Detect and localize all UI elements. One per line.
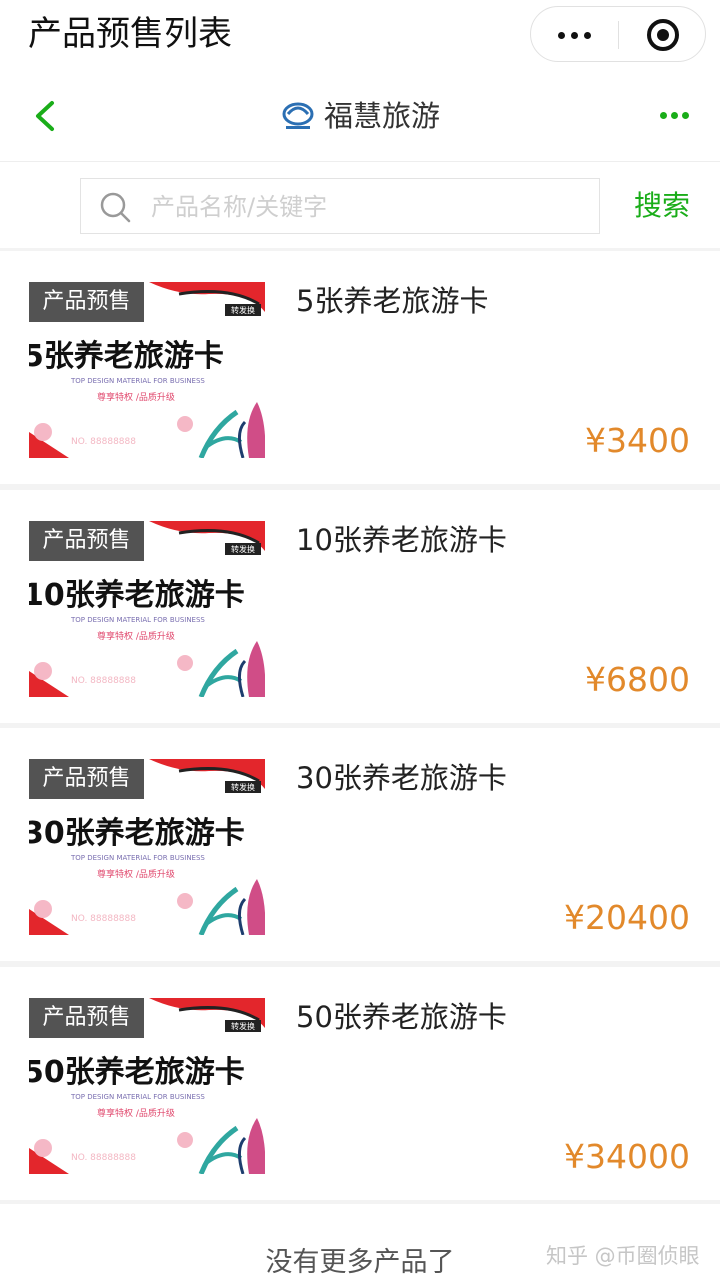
banner-title-text: 50张养老旅游卡 [29, 1055, 245, 1090]
product-price: ¥20400 [564, 898, 690, 937]
product-price: ¥6800 [585, 660, 690, 699]
search-button[interactable]: 搜索 [634, 186, 690, 226]
brand-name: 福慧旅游 [324, 99, 441, 133]
product-name: 50张养老旅游卡 [296, 1000, 507, 1034]
nav-bar: 福慧旅游 [0, 70, 720, 162]
banner-subtitle-text: TOP DESIGN MATERIAL FOR BUSINESS [70, 616, 205, 624]
capsule-divider [618, 21, 619, 49]
banner-badge-text: 转发换 [231, 1021, 255, 1031]
back-chevron-icon[interactable] [32, 100, 58, 132]
title-bar: 产品预售列表 [0, 0, 720, 70]
banner-subtitle-text: TOP DESIGN MATERIAL FOR BUSINESS [70, 854, 205, 862]
product-card[interactable]: 转发换 50张养老旅游卡 TOP DESIGN MATERIAL FOR BUS… [0, 967, 720, 1200]
banner-slogan-text: 尊享特权 /品质升级 [97, 391, 175, 403]
banner-title-text: 30张养老旅游卡 [29, 816, 245, 851]
presale-tag: 产品预售 [29, 998, 144, 1038]
banner-title-text: 5张养老旅游卡 [29, 339, 224, 374]
search-box[interactable] [80, 178, 600, 234]
miniprogram-capsule [530, 6, 706, 62]
product-card[interactable]: 转发换 10张养老旅游卡 TOP DESIGN MATERIAL FOR BUS… [0, 490, 720, 723]
banner-number-text: NO. 88888888 [71, 437, 136, 447]
presale-tag: 产品预售 [29, 521, 144, 561]
product-price: ¥3400 [585, 421, 690, 460]
banner-slogan-text: 尊享特权 /品质升级 [97, 868, 175, 880]
presale-tag: 产品预售 [29, 282, 144, 322]
product-name: 30张养老旅游卡 [296, 761, 507, 795]
banner-number-text: NO. 88888888 [71, 676, 136, 686]
banner-subtitle-text: TOP DESIGN MATERIAL FOR BUSINESS [70, 1093, 205, 1101]
banner-number-text: NO. 88888888 [71, 1153, 136, 1163]
product-name: 5张养老旅游卡 [296, 284, 489, 318]
brand: 福慧旅游 [280, 94, 440, 138]
banner-slogan-text: 尊享特权 /品质升级 [97, 1107, 175, 1119]
brand-logo-icon [282, 102, 314, 129]
product-name: 10张养老旅游卡 [296, 523, 507, 557]
close-target-icon[interactable] [647, 19, 679, 51]
presale-tag: 产品预售 [29, 759, 144, 799]
banner-number-text: NO. 88888888 [71, 914, 136, 924]
search-icon [100, 192, 131, 223]
product-price: ¥34000 [564, 1137, 690, 1176]
product-card[interactable]: 转发换 5张养老旅游卡 TOP DESIGN MATERIAL FOR BUSI… [0, 251, 720, 484]
product-card[interactable]: 转发换 30张养老旅游卡 TOP DESIGN MATERIAL FOR BUS… [0, 728, 720, 961]
page-title: 产品预售列表 [28, 14, 232, 54]
banner-badge-text: 转发换 [231, 544, 255, 554]
more-menu-icon[interactable] [660, 112, 689, 119]
banner-title-text: 10张养老旅游卡 [29, 578, 245, 613]
banner-badge-text: 转发换 [231, 305, 255, 315]
more-options-icon[interactable] [531, 7, 617, 63]
list-footer: 没有更多产品了 知乎 @币圈侦眼 [0, 1204, 720, 1281]
watermark-text: 知乎 @币圈侦眼 [546, 1244, 700, 1268]
banner-slogan-text: 尊享特权 /品质升级 [97, 630, 175, 642]
banner-subtitle-text: TOP DESIGN MATERIAL FOR BUSINESS [70, 377, 205, 385]
search-bar: 搜索 [0, 162, 720, 248]
search-input[interactable] [151, 187, 581, 227]
banner-badge-text: 转发换 [231, 782, 255, 792]
